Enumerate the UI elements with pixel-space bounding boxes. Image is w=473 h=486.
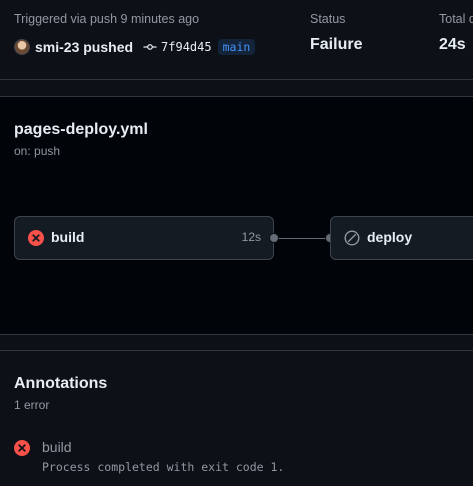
trigger-label: Triggered via push 9 minutes ago xyxy=(14,12,200,26)
workflow-file-name: pages-deploy.yml xyxy=(14,121,148,138)
workflow-run-page: Triggered via push 9 minutes ago smi-23 … xyxy=(0,0,473,486)
avatar[interactable] xyxy=(14,39,30,55)
actor-text: smi-23 pushed xyxy=(35,39,133,55)
job-card-deploy[interactable]: deploy xyxy=(330,216,473,260)
actor-row: smi-23 pushed 7f94d45 main xyxy=(14,37,256,57)
connector-dot xyxy=(269,233,279,243)
skip-icon xyxy=(344,230,360,246)
x-circle-fill-icon xyxy=(28,230,44,246)
annotation-message: Process completed with exit code 1. xyxy=(42,460,285,474)
status-value: Failure xyxy=(310,36,363,53)
actor-name[interactable]: smi-23 xyxy=(35,39,79,55)
status-label: Status xyxy=(310,12,346,26)
total-duration-label: Total duration xyxy=(439,12,473,26)
job-duration: 12s xyxy=(241,230,261,244)
x-circle-fill-icon xyxy=(14,440,30,456)
job-name: deploy xyxy=(367,229,413,245)
workflow-graph: pages-deploy.yml on: push build 12s depl… xyxy=(0,96,473,335)
workflow-trigger: on: push xyxy=(14,144,61,158)
job-connector xyxy=(274,238,330,239)
annotations-count: 1 error xyxy=(14,398,50,412)
commit-sha-link[interactable]: 7f94d45 xyxy=(161,40,212,54)
job-name: build xyxy=(51,229,85,245)
actor-action: pushed xyxy=(83,39,134,55)
annotations-section: Annotations 1 error build Process comple… xyxy=(0,350,473,486)
total-duration-value: 24s xyxy=(439,36,466,53)
run-summary: Triggered via push 9 minutes ago smi-23 … xyxy=(0,0,473,80)
job-card-build[interactable]: build 12s xyxy=(14,216,274,260)
git-commit-icon xyxy=(143,44,157,50)
annotations-title: Annotations xyxy=(14,375,108,392)
annotation-job-link[interactable]: build xyxy=(42,439,72,455)
branch-badge[interactable]: main xyxy=(217,39,256,55)
